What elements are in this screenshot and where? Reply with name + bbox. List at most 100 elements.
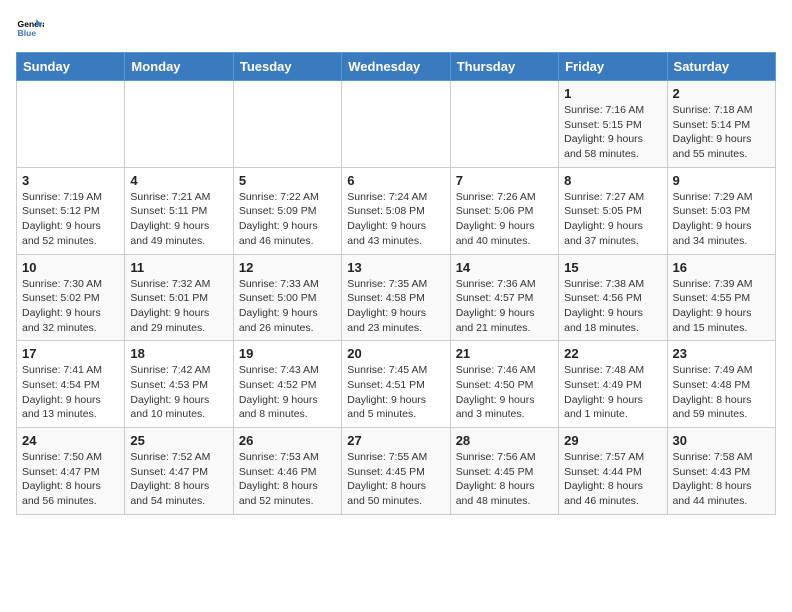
day-info: Sunrise: 7:45 AMSunset: 4:51 PMDaylight:… <box>347 363 444 422</box>
calendar-cell: 10 Sunrise: 7:30 AMSunset: 5:02 PMDayligh… <box>17 254 125 341</box>
day-number: 13 <box>347 260 444 275</box>
day-number: 20 <box>347 346 444 361</box>
calendar-cell <box>233 81 341 168</box>
day-number: 3 <box>22 173 119 188</box>
calendar-body: 1 Sunrise: 7:16 AMSunset: 5:15 PMDaylight… <box>17 81 776 515</box>
calendar-cell: 12Sunrise: 7:33 AMSunset: 5:00 PMDayligh… <box>233 254 341 341</box>
day-number: 7 <box>456 173 553 188</box>
calendar-cell: 19Sunrise: 7:43 AMSunset: 4:52 PMDayligh… <box>233 341 341 428</box>
day-number: 9 <box>673 173 770 188</box>
day-info: Sunrise: 7:42 AMSunset: 4:53 PMDaylight:… <box>130 363 227 422</box>
calendar-cell: 11 Sunrise: 7:32 AMSunset: 5:01 PMDayligh… <box>125 254 233 341</box>
day-number: 11 <box>130 260 227 275</box>
day-info: Sunrise: 7:21 AMSunset: 5:11 PMDaylight:… <box>130 190 227 249</box>
week-row-4: 17 Sunrise: 7:41 AMSunset: 4:54 PMDayligh… <box>17 341 776 428</box>
calendar-cell: 8 Sunrise: 7:27 AMSunset: 5:05 PMDaylight… <box>559 167 667 254</box>
col-friday: Friday <box>559 53 667 81</box>
calendar-cell: 20 Sunrise: 7:45 AMSunset: 4:51 PMDayligh… <box>342 341 450 428</box>
day-info: Sunrise: 7:52 AMSunset: 4:47 PMDaylight:… <box>130 450 227 509</box>
day-info: Sunrise: 7:41 AMSunset: 4:54 PMDaylight:… <box>22 363 119 422</box>
day-number: 26 <box>239 433 336 448</box>
calendar-cell: 15 Sunrise: 7:38 AMSunset: 4:56 PMDayligh… <box>559 254 667 341</box>
day-info: Sunrise: 7:19 AMSunset: 5:12 PMDaylight:… <box>22 190 119 249</box>
day-number: 15 <box>564 260 661 275</box>
day-number: 4 <box>130 173 227 188</box>
day-number: 18 <box>130 346 227 361</box>
day-number: 29 <box>564 433 661 448</box>
day-number: 17 <box>22 346 119 361</box>
calendar-cell <box>342 81 450 168</box>
calendar-cell: 17 Sunrise: 7:41 AMSunset: 4:54 PMDayligh… <box>17 341 125 428</box>
day-info: Sunrise: 7:33 AMSunset: 5:00 PMDaylight:… <box>239 277 336 336</box>
day-number: 25 <box>130 433 227 448</box>
day-info: Sunrise: 7:39 AMSunset: 4:55 PMDaylight:… <box>673 277 770 336</box>
day-info: Sunrise: 7:35 AMSunset: 4:58 PMDaylight:… <box>347 277 444 336</box>
calendar-cell: 6 Sunrise: 7:24 AMSunset: 5:08 PMDaylight… <box>342 167 450 254</box>
day-number: 14 <box>456 260 553 275</box>
calendar-cell: 5Sunrise: 7:22 AMSunset: 5:09 PMDaylight… <box>233 167 341 254</box>
calendar-cell: 18 Sunrise: 7:42 AMSunset: 4:53 PMDayligh… <box>125 341 233 428</box>
header: General Blue <box>16 16 776 44</box>
day-info: Sunrise: 7:56 AMSunset: 4:45 PMDaylight:… <box>456 450 553 509</box>
calendar-table: Sunday Monday Tuesday Wednesday Thursday… <box>16 52 776 515</box>
calendar-cell: 28 Sunrise: 7:56 AMSunset: 4:45 PMDayligh… <box>450 428 558 515</box>
day-info: Sunrise: 7:53 AMSunset: 4:46 PMDaylight:… <box>239 450 336 509</box>
day-info: Sunrise: 7:18 AMSunset: 5:14 PMDaylight:… <box>673 103 770 162</box>
calendar-cell: 24 Sunrise: 7:50 AMSunset: 4:47 PMDayligh… <box>17 428 125 515</box>
svg-text:Blue: Blue <box>18 28 37 38</box>
calendar-cell <box>450 81 558 168</box>
week-row-2: 3 Sunrise: 7:19 AMSunset: 5:12 PMDaylight… <box>17 167 776 254</box>
day-number: 30 <box>673 433 770 448</box>
logo-icon: General Blue <box>16 16 44 44</box>
day-number: 10 <box>22 260 119 275</box>
calendar-cell: 2 Sunrise: 7:18 AMSunset: 5:14 PMDaylight… <box>667 81 775 168</box>
calendar-cell: 1 Sunrise: 7:16 AMSunset: 5:15 PMDaylight… <box>559 81 667 168</box>
day-info: Sunrise: 7:16 AMSunset: 5:15 PMDaylight:… <box>564 103 661 162</box>
day-info: Sunrise: 7:55 AMSunset: 4:45 PMDaylight:… <box>347 450 444 509</box>
col-saturday: Saturday <box>667 53 775 81</box>
day-number: 16 <box>673 260 770 275</box>
col-tuesday: Tuesday <box>233 53 341 81</box>
calendar-cell: 30 Sunrise: 7:58 AMSunset: 4:43 PMDayligh… <box>667 428 775 515</box>
calendar-cell: 21 Sunrise: 7:46 AMSunset: 4:50 PMDayligh… <box>450 341 558 428</box>
col-monday: Monday <box>125 53 233 81</box>
calendar-cell: 16 Sunrise: 7:39 AMSunset: 4:55 PMDayligh… <box>667 254 775 341</box>
calendar-cell: 29 Sunrise: 7:57 AMSunset: 4:44 PMDayligh… <box>559 428 667 515</box>
day-info: Sunrise: 7:32 AMSunset: 5:01 PMDaylight:… <box>130 277 227 336</box>
day-number: 1 <box>564 86 661 101</box>
calendar-cell: 14 Sunrise: 7:36 AMSunset: 4:57 PMDayligh… <box>450 254 558 341</box>
day-info: Sunrise: 7:24 AMSunset: 5:08 PMDaylight:… <box>347 190 444 249</box>
col-sunday: Sunday <box>17 53 125 81</box>
week-row-3: 10 Sunrise: 7:30 AMSunset: 5:02 PMDayligh… <box>17 254 776 341</box>
calendar-cell: 7Sunrise: 7:26 AMSunset: 5:06 PMDaylight… <box>450 167 558 254</box>
day-info: Sunrise: 7:29 AMSunset: 5:03 PMDaylight:… <box>673 190 770 249</box>
day-info: Sunrise: 7:27 AMSunset: 5:05 PMDaylight:… <box>564 190 661 249</box>
day-info: Sunrise: 7:43 AMSunset: 4:52 PMDaylight:… <box>239 363 336 422</box>
calendar-header-row: Sunday Monday Tuesday Wednesday Thursday… <box>17 53 776 81</box>
day-number: 6 <box>347 173 444 188</box>
day-info: Sunrise: 7:46 AMSunset: 4:50 PMDaylight:… <box>456 363 553 422</box>
calendar-cell: 27 Sunrise: 7:55 AMSunset: 4:45 PMDayligh… <box>342 428 450 515</box>
day-number: 22 <box>564 346 661 361</box>
day-info: Sunrise: 7:58 AMSunset: 4:43 PMDaylight:… <box>673 450 770 509</box>
day-info: Sunrise: 7:30 AMSunset: 5:02 PMDaylight:… <box>22 277 119 336</box>
day-info: Sunrise: 7:57 AMSunset: 4:44 PMDaylight:… <box>564 450 661 509</box>
day-number: 24 <box>22 433 119 448</box>
calendar-cell: 3 Sunrise: 7:19 AMSunset: 5:12 PMDaylight… <box>17 167 125 254</box>
calendar-cell <box>17 81 125 168</box>
col-thursday: Thursday <box>450 53 558 81</box>
day-number: 28 <box>456 433 553 448</box>
day-info: Sunrise: 7:22 AMSunset: 5:09 PMDaylight:… <box>239 190 336 249</box>
calendar-cell <box>125 81 233 168</box>
day-number: 23 <box>673 346 770 361</box>
day-info: Sunrise: 7:38 AMSunset: 4:56 PMDaylight:… <box>564 277 661 336</box>
day-number: 2 <box>673 86 770 101</box>
day-info: Sunrise: 7:36 AMSunset: 4:57 PMDaylight:… <box>456 277 553 336</box>
day-info: Sunrise: 7:50 AMSunset: 4:47 PMDaylight:… <box>22 450 119 509</box>
day-number: 21 <box>456 346 553 361</box>
day-number: 8 <box>564 173 661 188</box>
logo: General Blue <box>16 16 28 44</box>
day-info: Sunrise: 7:49 AMSunset: 4:48 PMDaylight:… <box>673 363 770 422</box>
calendar-cell: 26 Sunrise: 7:53 AMSunset: 4:46 PMDayligh… <box>233 428 341 515</box>
day-number: 27 <box>347 433 444 448</box>
